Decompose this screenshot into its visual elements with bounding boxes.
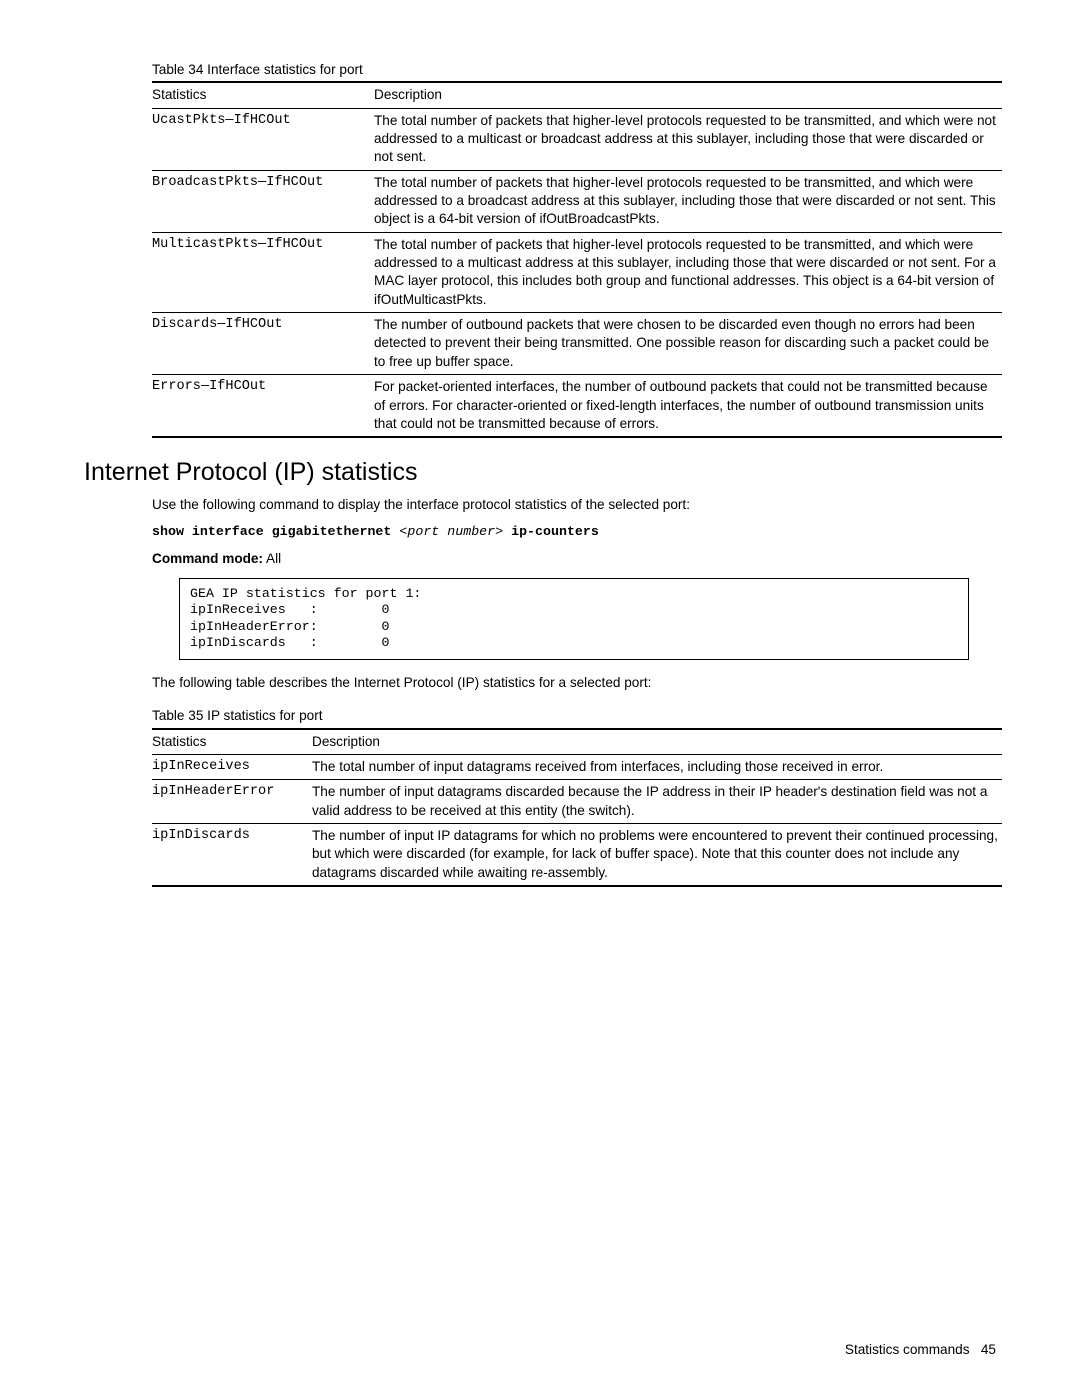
stat-desc: The number of input datagrams discarded … (312, 780, 1002, 824)
table-35: Statistics Description ipInReceives The … (152, 728, 1002, 887)
stat-desc: The total number of input datagrams rece… (312, 755, 1002, 780)
cli-output-box: GEA IP statistics for port 1: ipInReceiv… (179, 578, 969, 660)
stat-desc: The total number of packets that higher-… (374, 232, 1002, 312)
stat-desc: The number of input IP datagrams for whi… (312, 824, 1002, 887)
command-mode: Command mode: All (152, 550, 996, 568)
table-34-header: Statistics Description (152, 82, 1002, 108)
stat-desc: The number of outbound packets that were… (374, 313, 1002, 375)
footer-label: Statistics commands (845, 1342, 970, 1357)
command-mode-label: Command mode: (152, 551, 263, 566)
stat-name: ipInHeaderError (152, 780, 312, 824)
col-statistics: Statistics (152, 82, 374, 108)
footer-page-number: 45 (981, 1342, 996, 1357)
command-mode-value: All (263, 551, 281, 566)
intro-paragraph: Use the following command to display the… (152, 496, 996, 514)
table-34-caption: Table 34 Interface statistics for port (152, 61, 996, 79)
stat-name: UcastPkts—IfHCOut (152, 108, 374, 170)
page-content: Table 34 Interface statistics for port S… (0, 0, 1080, 887)
col-description: Description (374, 82, 1002, 108)
col-statistics: Statistics (152, 729, 312, 755)
cmd-pre: show interface gigabitethernet (152, 524, 399, 539)
table-row: MulticastPkts—IfHCOut The total number o… (152, 232, 1002, 312)
stat-name: Errors—IfHCOut (152, 375, 374, 438)
table-row: Errors—IfHCOut For packet-oriented inter… (152, 375, 1002, 438)
table-34: Statistics Description UcastPkts—IfHCOut… (152, 81, 1002, 438)
table-row: ipInHeaderError The number of input data… (152, 780, 1002, 824)
stat-name: ipInReceives (152, 755, 312, 780)
stat-desc: The total number of packets that higher-… (374, 170, 1002, 232)
table-35-caption: Table 35 IP statistics for port (152, 707, 996, 725)
stat-name: MulticastPkts—IfHCOut (152, 232, 374, 312)
stat-name: ipInDiscards (152, 824, 312, 887)
table-row: UcastPkts—IfHCOut The total number of pa… (152, 108, 1002, 170)
cmd-post: ip-counters (503, 524, 599, 539)
table-35-header: Statistics Description (152, 729, 1002, 755)
cmd-arg: <port number> (399, 524, 503, 539)
col-description: Description (312, 729, 1002, 755)
command-line: show interface gigabitethernet <port num… (152, 523, 996, 541)
table-row: ipInDiscards The number of input IP data… (152, 824, 1002, 887)
page-footer: Statistics commands 45 (845, 1341, 996, 1359)
table-row: ipInReceives The total number of input d… (152, 755, 1002, 780)
stat-desc: The total number of packets that higher-… (374, 108, 1002, 170)
stat-desc: For packet-oriented interfaces, the numb… (374, 375, 1002, 438)
after-box-paragraph: The following table describes the Intern… (152, 674, 996, 692)
section-heading-ip-statistics: Internet Protocol (IP) statistics (84, 456, 996, 490)
stat-name: Discards—IfHCOut (152, 313, 374, 375)
table-row: BroadcastPkts—IfHCOut The total number o… (152, 170, 1002, 232)
stat-name: BroadcastPkts—IfHCOut (152, 170, 374, 232)
table-row: Discards—IfHCOut The number of outbound … (152, 313, 1002, 375)
